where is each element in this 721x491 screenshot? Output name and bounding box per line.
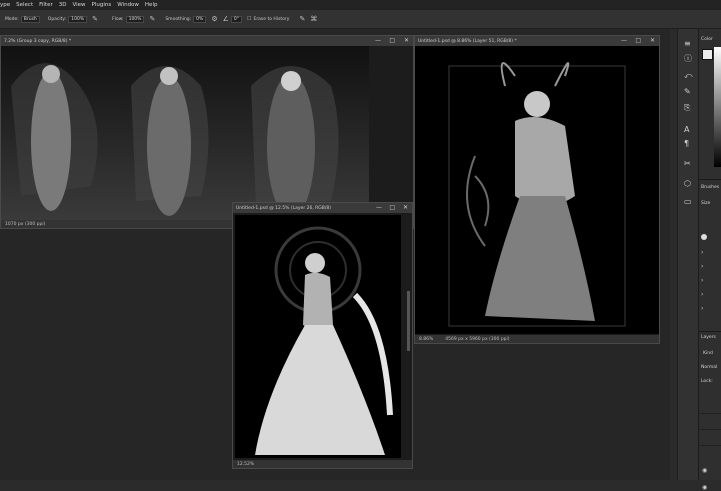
gear-icon[interactable]: ⚙ [211,15,217,23]
menu-bar: ype Select Filter 3D View Plugins Window… [0,0,721,10]
close-button[interactable]: ✕ [403,204,408,211]
minimize-button[interactable]: — [375,37,381,44]
notes-icon[interactable]: ▭ [684,197,692,206]
document-size: 4569 px x 5960 px (300 ppi) [445,336,510,342]
flow-label: Flow: [112,16,124,22]
status-bar: 12.52% [233,460,412,468]
artwork-three-figures [1,46,369,220]
maximize-button[interactable]: □ [389,204,395,211]
smoothing-label: Smoothing: [165,16,192,22]
layer-row[interactable] [699,399,721,414]
layers-panel-tab[interactable]: Layers [701,335,716,340]
document-titlebar[interactable]: Untitled-1.psd @ 12.5% (Layer 26, RGB/8)… [233,203,412,213]
document-titlebar[interactable]: 7.2% (Group 3 copy, RGB/8) * — □ ✕ [1,36,413,46]
airbrush-icon[interactable]: ✎ [149,15,155,23]
character-icon[interactable]: A [684,125,689,134]
menu-3d[interactable]: 3D [59,2,67,8]
eye-icon[interactable]: ◉ [702,467,707,474]
menu-select[interactable]: Select [16,2,33,8]
close-button[interactable]: ✕ [404,37,409,44]
angle-field[interactable]: 0° [230,15,242,23]
lock-label: Lock: [701,379,713,384]
status-bar: 8.86% 4569 px x 5960 px (300 ppi) [415,335,659,343]
erase-history-label: Erase to History [253,16,290,22]
opacity-field[interactable]: 100% [68,15,88,23]
document-title: Untitled-1.psd @ 12.5% (Layer 26, RGB/8) [236,205,332,211]
zoom-level[interactable]: 12.52% [237,462,254,467]
options-bar: Mode: Brush Opacity: 100% ✎ Flow: 100% ✎… [0,10,721,29]
maximize-button[interactable]: □ [389,37,395,44]
3d-icon[interactable]: ⬡ [684,179,691,188]
brush-size-label: Size [701,201,711,206]
zoom-level[interactable]: 8.86% [419,337,433,342]
canvas[interactable] [1,46,369,220]
chevron-right-icon[interactable]: › [701,305,703,312]
tool-presets-icon[interactable]: ✂ [684,159,691,168]
chevron-right-icon[interactable]: › [701,277,703,284]
clone-source-icon[interactable]: ⎘ [684,103,690,113]
canvas[interactable] [235,215,401,458]
document-titlebar[interactable]: Untitled-1.psd @ 8.86% (Layer 51, RGB/8)… [415,36,659,46]
pressure-opacity-icon[interactable]: ✎ [92,15,98,23]
layer-filter-kind[interactable]: Kind [703,351,713,356]
mode-select[interactable]: Brush [20,15,40,23]
chevron-right-icon[interactable]: › [701,249,703,256]
layer-row[interactable] [699,415,721,430]
symmetry-icon[interactable]: ⌘ [310,15,317,23]
info-icon[interactable]: ⓘ [684,53,692,64]
maximize-button[interactable]: □ [635,37,641,44]
menu-help[interactable]: Help [145,2,158,8]
angle-icon: ∠ [222,15,229,23]
color-panel-tab[interactable]: Color [701,37,713,42]
foreground-color-swatch[interactable] [702,49,713,60]
artwork-gown-figure [255,226,393,455]
menu-type[interactable]: ype [0,2,10,8]
mode-label: Mode: [5,16,19,22]
adjustments-icon[interactable]: ≡ [684,39,691,48]
chevron-right-icon[interactable]: › [701,291,703,298]
document-size: 1070 px (300 ppi) [5,221,46,227]
document-window-layer26[interactable]: Untitled-1.psd @ 12.5% (Layer 26, RGB/8)… [232,202,413,469]
document-title: 7.2% (Group 3 copy, RGB/8) * [4,38,72,44]
erase-history-checkbox[interactable]: ☐ [247,16,251,22]
minimize-button[interactable]: — [621,37,627,44]
brush-preview[interactable] [701,234,707,240]
blend-mode-select[interactable]: Normal [701,365,717,370]
panel-icon-strip: ≡ ⓘ ⤺ ✎ ⎘ A ¶ ✂ ⬡ ▭ [677,29,698,480]
flow-field[interactable]: 100% [125,15,145,23]
minimize-button[interactable]: — [376,204,382,211]
right-panels: Color Brushes Size › › › › › Layers Kind… [698,29,721,491]
brush-folder-list[interactable]: › › › › › [701,249,721,329]
eye-icon[interactable]: ◉ [702,484,707,491]
color-spectrum[interactable] [714,47,721,167]
menu-window[interactable]: Window [117,2,139,8]
menu-view[interactable]: View [72,2,85,8]
document-window-layer51[interactable]: Untitled-1.psd @ 8.86% (Layer 51, RGB/8)… [414,35,660,344]
brushes-panel-tab[interactable]: Brushes [701,185,719,190]
chevron-right-icon[interactable]: › [701,263,703,270]
paragraph-icon[interactable]: ¶ [684,139,689,148]
close-button[interactable]: ✕ [650,37,655,44]
history-icon[interactable]: ⤺ [684,71,693,81]
document-window-group3[interactable]: 7.2% (Group 3 copy, RGB/8) * — □ ✕ 1070 … [0,35,414,229]
pressure-size-icon[interactable]: ✎ [299,15,305,23]
layer-row[interactable] [699,431,721,446]
smoothing-field[interactable]: 0% [193,15,207,23]
artwork-antlered-figure [448,62,626,327]
brush-settings-icon[interactable]: ✎ [684,87,691,96]
document-title: Untitled-1.psd @ 8.86% (Layer 51, RGB/8)… [418,38,517,44]
opacity-label: Opacity: [47,16,67,22]
vertical-scrollbar[interactable] [407,291,410,351]
menu-filter[interactable]: Filter [39,2,53,8]
menu-plugins[interactable]: Plugins [92,2,112,8]
canvas[interactable] [415,46,659,334]
